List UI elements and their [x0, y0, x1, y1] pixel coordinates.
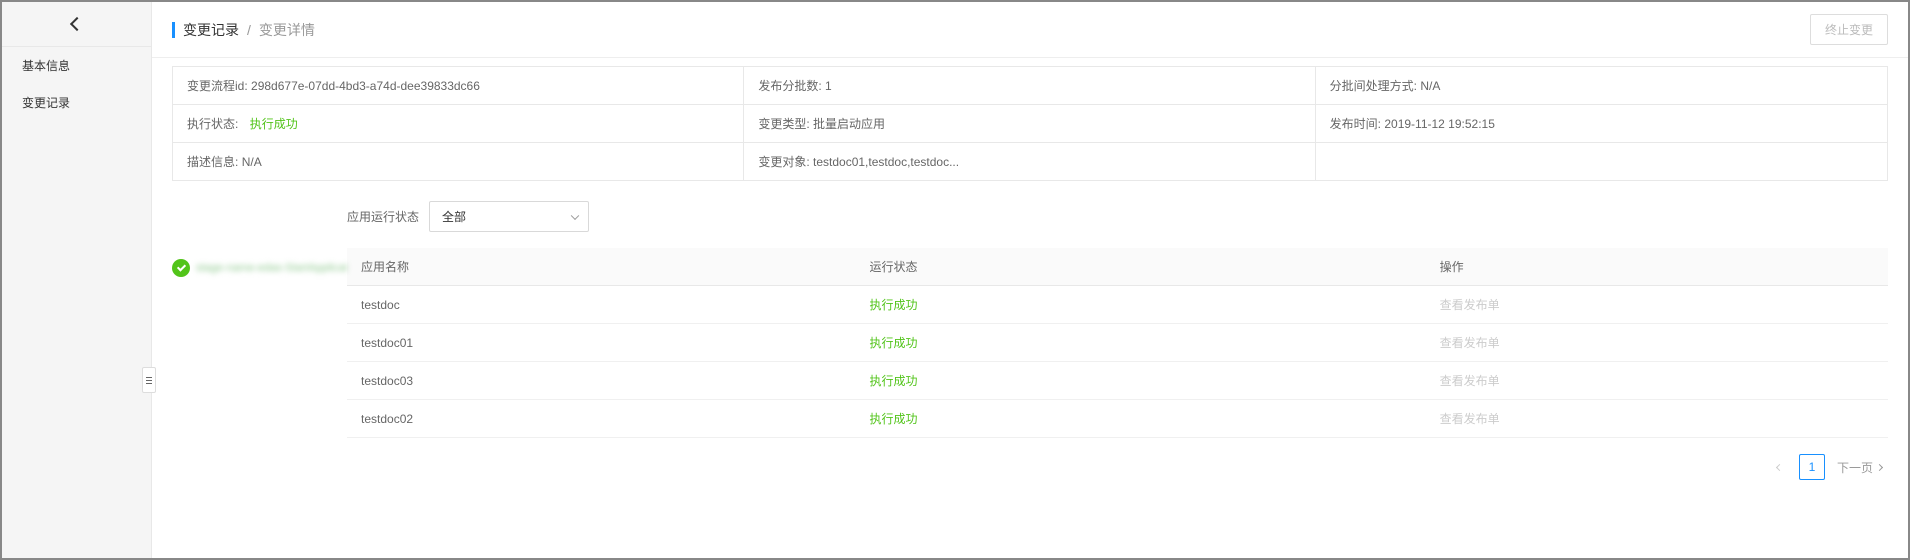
col-header-status: 运行状态: [856, 248, 1426, 286]
info-value: 2019-11-12 19:52:15: [1384, 117, 1495, 131]
page-next-label: 下一页: [1837, 459, 1873, 476]
info-batch-count: 发布分批数: 1: [744, 67, 1315, 105]
view-release-link[interactable]: 查看发布单: [1440, 298, 1500, 312]
table-row: testdoc执行成功查看发布单: [347, 286, 1888, 324]
info-exec-status: 执行状态: 执行成功: [173, 105, 744, 143]
stage-label: stage-name-edas-StartApplicat...: [196, 262, 347, 274]
info-target: 变更对象: testdoc01,testdoc,testdoc...: [744, 143, 1315, 180]
chevron-left-icon: [1776, 463, 1783, 470]
apps-table: 应用名称 运行状态 操作 testdoc执行成功查看发布单testdoc01执行…: [347, 248, 1888, 438]
sidebar: 基本信息 变更记录: [2, 2, 152, 558]
info-table: 变更流程id: 298d677e-07dd-4bd3-a74d-dee39833…: [172, 66, 1888, 181]
stop-change-button[interactable]: 终止变更: [1810, 14, 1888, 45]
cell-status: 执行成功: [856, 286, 1426, 324]
cell-action: 查看发布单: [1426, 362, 1888, 400]
info-label: 描述信息:: [187, 155, 238, 169]
info-label: 发布时间:: [1330, 117, 1381, 131]
table-column: 应用运行状态 全部 应用名称 运行状态 操作 testdoc执行成功查看发布单t…: [347, 201, 1888, 496]
col-header-name: 应用名称: [347, 248, 856, 286]
chevron-right-icon: [1876, 463, 1883, 470]
col-header-action: 操作: [1426, 248, 1888, 286]
check-circle-icon: [172, 259, 190, 277]
cell-app-name: testdoc03: [347, 362, 856, 400]
breadcrumb-root[interactable]: 变更记录: [183, 20, 239, 40]
info-publish-time: 发布时间: 2019-11-12 19:52:15: [1316, 105, 1887, 143]
back-button[interactable]: [2, 2, 151, 47]
sidebar-collapse-handle[interactable]: [142, 367, 156, 393]
info-change-type: 变更类型: 批量启动应用: [744, 105, 1315, 143]
table-row: testdoc03执行成功查看发布单: [347, 362, 1888, 400]
page-number-button[interactable]: 1: [1799, 454, 1825, 480]
breadcrumb-current: 变更详情: [259, 20, 315, 40]
status-select[interactable]: 全部: [429, 201, 589, 232]
main-section: stage-name-edas-StartApplicat... 应用运行状态 …: [172, 201, 1888, 496]
select-value: 全部: [442, 210, 466, 224]
page-next-button[interactable]: 下一页: [1831, 454, 1888, 480]
cell-status: 执行成功: [856, 362, 1426, 400]
header: 变更记录 / 变更详情 终止变更: [152, 2, 1908, 58]
sidebar-item-label: 变更记录: [22, 96, 70, 110]
cell-app-name: testdoc: [347, 286, 856, 324]
pagination: 1 下一页: [347, 438, 1888, 496]
filter-row: 应用运行状态 全部: [347, 201, 1888, 248]
menu-icon: [146, 377, 152, 384]
info-label: 变更类型:: [758, 117, 809, 131]
cell-status: 执行成功: [856, 400, 1426, 438]
cell-app-name: testdoc01: [347, 324, 856, 362]
info-flow-id: 变更流程id: 298d677e-07dd-4bd3-a74d-dee39833…: [173, 67, 744, 105]
chevron-left-icon: [69, 17, 83, 31]
view-release-link[interactable]: 查看发布单: [1440, 374, 1500, 388]
info-value: 批量启动应用: [813, 117, 885, 131]
sidebar-item-change-log[interactable]: 变更记录: [2, 84, 151, 121]
page-prev-button[interactable]: [1767, 454, 1793, 480]
cell-action: 查看发布单: [1426, 324, 1888, 362]
view-release-link[interactable]: 查看发布单: [1440, 336, 1500, 350]
table-row: testdoc01执行成功查看发布单: [347, 324, 1888, 362]
cell-action: 查看发布单: [1426, 286, 1888, 324]
info-value: testdoc01,testdoc,testdoc...: [813, 155, 959, 169]
info-batch-mode: 分批间处理方式: N/A: [1316, 67, 1887, 105]
breadcrumb-accent: [172, 22, 175, 38]
stage-item[interactable]: stage-name-edas-StartApplicat...: [172, 259, 347, 277]
info-description: 描述信息: N/A: [173, 143, 744, 180]
cell-app-name: testdoc02: [347, 400, 856, 438]
info-label: 执行状态:: [187, 117, 238, 131]
sidebar-item-label: 基本信息: [22, 59, 70, 73]
info-label: 发布分批数:: [758, 79, 821, 93]
info-label: 变更流程id:: [187, 79, 248, 93]
info-empty: [1316, 143, 1887, 180]
info-label: 分批间处理方式:: [1330, 79, 1417, 93]
info-value: 执行成功: [250, 117, 298, 131]
filter-label: 应用运行状态: [347, 208, 419, 225]
breadcrumb-separator: /: [247, 22, 251, 38]
cell-status: 执行成功: [856, 324, 1426, 362]
info-value: N/A: [1420, 79, 1440, 93]
info-value: 1: [825, 79, 832, 93]
chevron-down-icon: [571, 211, 579, 219]
view-release-link[interactable]: 查看发布单: [1440, 412, 1500, 426]
table-row: testdoc02执行成功查看发布单: [347, 400, 1888, 438]
info-value: N/A: [242, 155, 262, 169]
info-value: 298d677e-07dd-4bd3-a74d-dee39833dc66: [251, 79, 480, 93]
stage-column: stage-name-edas-StartApplicat...: [172, 201, 347, 496]
breadcrumb: 变更记录 / 变更详情: [172, 20, 315, 40]
main-content: 变更记录 / 变更详情 终止变更 变更流程id: 298d677e-07dd-4…: [152, 2, 1908, 558]
sidebar-item-basic-info[interactable]: 基本信息: [2, 47, 151, 84]
cell-action: 查看发布单: [1426, 400, 1888, 438]
info-label: 变更对象:: [758, 155, 809, 169]
